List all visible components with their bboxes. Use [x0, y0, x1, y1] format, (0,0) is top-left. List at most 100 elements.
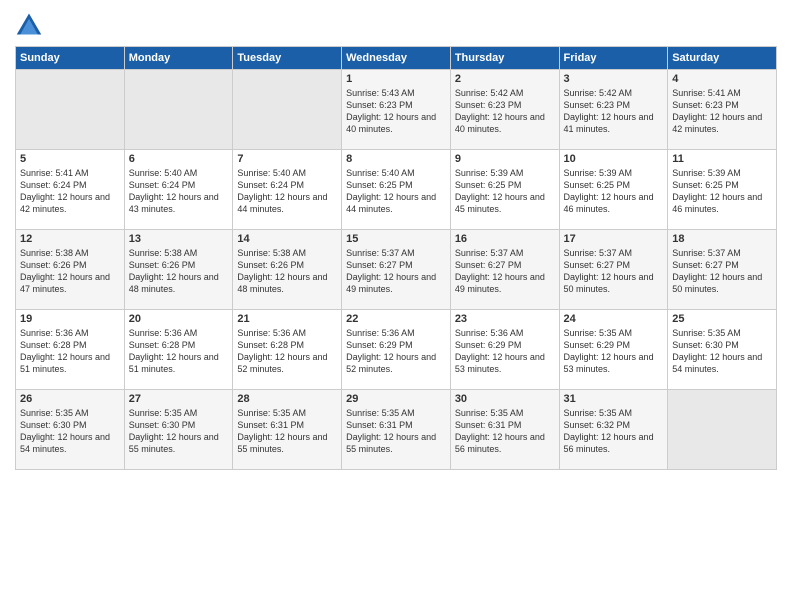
- header-day: Friday: [559, 47, 668, 70]
- day-info: Sunrise: 5:37 AMSunset: 6:27 PMDaylight:…: [672, 247, 772, 296]
- calendar-day: 19 Sunrise: 5:36 AMSunset: 6:28 PMDaylig…: [16, 310, 125, 390]
- day-info: Sunrise: 5:36 AMSunset: 6:28 PMDaylight:…: [20, 327, 120, 376]
- calendar-week-row: 1 Sunrise: 5:43 AMSunset: 6:23 PMDayligh…: [16, 70, 777, 150]
- day-info: Sunrise: 5:35 AMSunset: 6:30 PMDaylight:…: [129, 407, 229, 456]
- logo-icon: [15, 10, 43, 38]
- day-number: 16: [455, 233, 555, 245]
- calendar-day: 26 Sunrise: 5:35 AMSunset: 6:30 PMDaylig…: [16, 390, 125, 470]
- calendar-day: 3 Sunrise: 5:42 AMSunset: 6:23 PMDayligh…: [559, 70, 668, 150]
- day-info: Sunrise: 5:39 AMSunset: 6:25 PMDaylight:…: [564, 167, 664, 216]
- day-info: Sunrise: 5:35 AMSunset: 6:29 PMDaylight:…: [564, 327, 664, 376]
- calendar-day: 23 Sunrise: 5:36 AMSunset: 6:29 PMDaylig…: [450, 310, 559, 390]
- day-info: Sunrise: 5:40 AMSunset: 6:24 PMDaylight:…: [237, 167, 337, 216]
- calendar-week-row: 26 Sunrise: 5:35 AMSunset: 6:30 PMDaylig…: [16, 390, 777, 470]
- calendar-header: SundayMondayTuesdayWednesdayThursdayFrid…: [16, 47, 777, 70]
- calendar-body: 1 Sunrise: 5:43 AMSunset: 6:23 PMDayligh…: [16, 70, 777, 470]
- day-number: 18: [672, 233, 772, 245]
- header-day: Thursday: [450, 47, 559, 70]
- calendar-day: 9 Sunrise: 5:39 AMSunset: 6:25 PMDayligh…: [450, 150, 559, 230]
- day-number: 11: [672, 153, 772, 165]
- day-number: 28: [237, 393, 337, 405]
- day-info: Sunrise: 5:39 AMSunset: 6:25 PMDaylight:…: [672, 167, 772, 216]
- day-number: 17: [564, 233, 664, 245]
- day-info: Sunrise: 5:41 AMSunset: 6:24 PMDaylight:…: [20, 167, 120, 216]
- day-number: 29: [346, 393, 446, 405]
- day-info: Sunrise: 5:42 AMSunset: 6:23 PMDaylight:…: [455, 87, 555, 136]
- calendar-day: 10 Sunrise: 5:39 AMSunset: 6:25 PMDaylig…: [559, 150, 668, 230]
- calendar-day: 12 Sunrise: 5:38 AMSunset: 6:26 PMDaylig…: [16, 230, 125, 310]
- day-info: Sunrise: 5:35 AMSunset: 6:32 PMDaylight:…: [564, 407, 664, 456]
- calendar-day: [668, 390, 777, 470]
- header-day: Tuesday: [233, 47, 342, 70]
- calendar-day: 8 Sunrise: 5:40 AMSunset: 6:25 PMDayligh…: [342, 150, 451, 230]
- day-info: Sunrise: 5:43 AMSunset: 6:23 PMDaylight:…: [346, 87, 446, 136]
- day-info: Sunrise: 5:36 AMSunset: 6:29 PMDaylight:…: [455, 327, 555, 376]
- calendar-day: [16, 70, 125, 150]
- day-number: 13: [129, 233, 229, 245]
- day-info: Sunrise: 5:36 AMSunset: 6:28 PMDaylight:…: [129, 327, 229, 376]
- calendar-day: 6 Sunrise: 5:40 AMSunset: 6:24 PMDayligh…: [124, 150, 233, 230]
- day-number: 24: [564, 313, 664, 325]
- day-number: 20: [129, 313, 229, 325]
- calendar-day: 30 Sunrise: 5:35 AMSunset: 6:31 PMDaylig…: [450, 390, 559, 470]
- calendar-day: [124, 70, 233, 150]
- page-header: [15, 10, 777, 38]
- day-number: 15: [346, 233, 446, 245]
- day-info: Sunrise: 5:35 AMSunset: 6:30 PMDaylight:…: [20, 407, 120, 456]
- day-number: 30: [455, 393, 555, 405]
- calendar-day: 16 Sunrise: 5:37 AMSunset: 6:27 PMDaylig…: [450, 230, 559, 310]
- day-number: 22: [346, 313, 446, 325]
- day-info: Sunrise: 5:35 AMSunset: 6:30 PMDaylight:…: [672, 327, 772, 376]
- calendar-day: 24 Sunrise: 5:35 AMSunset: 6:29 PMDaylig…: [559, 310, 668, 390]
- day-info: Sunrise: 5:41 AMSunset: 6:23 PMDaylight:…: [672, 87, 772, 136]
- day-number: 27: [129, 393, 229, 405]
- day-info: Sunrise: 5:36 AMSunset: 6:28 PMDaylight:…: [237, 327, 337, 376]
- calendar-day: 15 Sunrise: 5:37 AMSunset: 6:27 PMDaylig…: [342, 230, 451, 310]
- header-row: SundayMondayTuesdayWednesdayThursdayFrid…: [16, 47, 777, 70]
- day-number: 2: [455, 73, 555, 85]
- calendar-week-row: 12 Sunrise: 5:38 AMSunset: 6:26 PMDaylig…: [16, 230, 777, 310]
- calendar-day: 1 Sunrise: 5:43 AMSunset: 6:23 PMDayligh…: [342, 70, 451, 150]
- calendar-week-row: 19 Sunrise: 5:36 AMSunset: 6:28 PMDaylig…: [16, 310, 777, 390]
- day-number: 19: [20, 313, 120, 325]
- day-number: 25: [672, 313, 772, 325]
- day-number: 10: [564, 153, 664, 165]
- day-number: 8: [346, 153, 446, 165]
- calendar-day: 21 Sunrise: 5:36 AMSunset: 6:28 PMDaylig…: [233, 310, 342, 390]
- calendar-day: 7 Sunrise: 5:40 AMSunset: 6:24 PMDayligh…: [233, 150, 342, 230]
- day-number: 26: [20, 393, 120, 405]
- calendar-day: 27 Sunrise: 5:35 AMSunset: 6:30 PMDaylig…: [124, 390, 233, 470]
- day-info: Sunrise: 5:35 AMSunset: 6:31 PMDaylight:…: [455, 407, 555, 456]
- calendar-day: 18 Sunrise: 5:37 AMSunset: 6:27 PMDaylig…: [668, 230, 777, 310]
- day-number: 5: [20, 153, 120, 165]
- day-info: Sunrise: 5:38 AMSunset: 6:26 PMDaylight:…: [129, 247, 229, 296]
- calendar-day: 28 Sunrise: 5:35 AMSunset: 6:31 PMDaylig…: [233, 390, 342, 470]
- day-number: 23: [455, 313, 555, 325]
- calendar-day: 11 Sunrise: 5:39 AMSunset: 6:25 PMDaylig…: [668, 150, 777, 230]
- day-info: Sunrise: 5:40 AMSunset: 6:24 PMDaylight:…: [129, 167, 229, 216]
- page-container: SundayMondayTuesdayWednesdayThursdayFrid…: [0, 0, 792, 480]
- calendar-day: 5 Sunrise: 5:41 AMSunset: 6:24 PMDayligh…: [16, 150, 125, 230]
- day-number: 21: [237, 313, 337, 325]
- day-number: 1: [346, 73, 446, 85]
- calendar-day: 20 Sunrise: 5:36 AMSunset: 6:28 PMDaylig…: [124, 310, 233, 390]
- calendar-day: 17 Sunrise: 5:37 AMSunset: 6:27 PMDaylig…: [559, 230, 668, 310]
- day-info: Sunrise: 5:38 AMSunset: 6:26 PMDaylight:…: [237, 247, 337, 296]
- header-day: Monday: [124, 47, 233, 70]
- day-info: Sunrise: 5:35 AMSunset: 6:31 PMDaylight:…: [237, 407, 337, 456]
- day-info: Sunrise: 5:35 AMSunset: 6:31 PMDaylight:…: [346, 407, 446, 456]
- day-info: Sunrise: 5:38 AMSunset: 6:26 PMDaylight:…: [20, 247, 120, 296]
- day-number: 7: [237, 153, 337, 165]
- day-number: 6: [129, 153, 229, 165]
- logo: [15, 10, 47, 38]
- day-number: 9: [455, 153, 555, 165]
- header-day: Saturday: [668, 47, 777, 70]
- day-info: Sunrise: 5:37 AMSunset: 6:27 PMDaylight:…: [564, 247, 664, 296]
- day-info: Sunrise: 5:37 AMSunset: 6:27 PMDaylight:…: [455, 247, 555, 296]
- day-info: Sunrise: 5:37 AMSunset: 6:27 PMDaylight:…: [346, 247, 446, 296]
- day-info: Sunrise: 5:42 AMSunset: 6:23 PMDaylight:…: [564, 87, 664, 136]
- day-info: Sunrise: 5:36 AMSunset: 6:29 PMDaylight:…: [346, 327, 446, 376]
- header-day: Wednesday: [342, 47, 451, 70]
- calendar-day: 4 Sunrise: 5:41 AMSunset: 6:23 PMDayligh…: [668, 70, 777, 150]
- calendar-week-row: 5 Sunrise: 5:41 AMSunset: 6:24 PMDayligh…: [16, 150, 777, 230]
